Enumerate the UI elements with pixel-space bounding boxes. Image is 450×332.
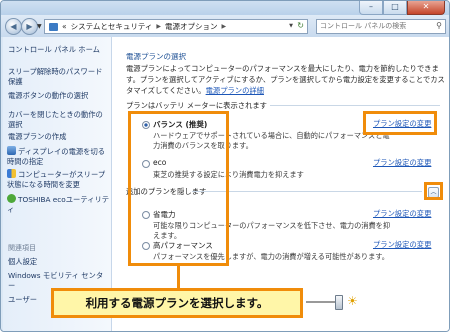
sidebar-link-label: TOSHIBA ecoユーティリティ xyxy=(7,195,110,214)
breadcrumb-separator-icon[interactable]: ▶ xyxy=(222,23,227,30)
back-button[interactable]: ◀ xyxy=(5,18,22,35)
sidebar-link-eco-utility[interactable]: TOSHIBA ecoユーティリティ xyxy=(7,194,111,215)
related-items-header: 関連項目 xyxy=(8,244,36,252)
sidebar-link-personalize[interactable]: 個人設定 xyxy=(8,257,37,267)
instruction-callout: 利用する電源プランを選択します。 xyxy=(51,288,303,318)
minimize-button[interactable]: – xyxy=(359,1,383,15)
sidebar-home-link[interactable]: コントロール パネル ホーム xyxy=(8,45,100,55)
change-settings-highlight xyxy=(363,111,437,135)
collapse-button-highlight xyxy=(424,182,443,200)
sidebar-link-sleep-time[interactable]: コンピューターがスリープ状態になる時間を変更 xyxy=(7,169,107,190)
change-plan-settings-high-performance-link[interactable]: プラン設定の変更 xyxy=(373,240,431,250)
sidebar-link-lid-close[interactable]: カバーを閉じたときの動作の選択 xyxy=(8,110,104,130)
navigation-bar: ◀ ▶ ▼ « システムとセキュリティ ▶ 電源オプション ▶ ▼ ↻ ⚲ xyxy=(1,15,449,37)
plan-list-highlight xyxy=(128,111,229,266)
breadcrumb-separator-icon[interactable]: ▶ xyxy=(156,23,161,30)
page-description: 電源プランによってコンピューターのパフォーマンスを最大にしたり、電力を節約したり… xyxy=(126,63,446,96)
group-battery-meter-label: プランはバッテリ メーターに表示されます xyxy=(126,101,267,110)
cp-folder-icon xyxy=(49,22,58,31)
change-plan-settings-power-saver-link[interactable]: プラン設定の変更 xyxy=(373,209,431,219)
brightness-sun-icon: ☀ xyxy=(347,294,358,308)
change-plan-settings-eco-link[interactable]: プラン設定の変更 xyxy=(373,158,431,168)
search-icon[interactable]: ⚲ xyxy=(436,21,442,30)
shield-icon xyxy=(7,169,16,178)
address-bar[interactable]: « システムとセキュリティ ▶ 電源オプション ▶ ▼ ↻ xyxy=(44,19,308,34)
title-bar: – □ ✕ xyxy=(1,1,449,15)
group-divider xyxy=(270,105,440,106)
recent-pages-dropdown[interactable]: ▼ xyxy=(37,23,42,30)
description-text: 電源プランによってコンピューターのパフォーマンスを最大にしたり、電力を節約したり… xyxy=(126,64,445,95)
breadcrumb-overflow[interactable]: « xyxy=(62,22,67,31)
sidebar-link-label: コンピューターがスリープ状態になる時間を変更 xyxy=(7,170,106,189)
maximize-button[interactable]: □ xyxy=(383,1,407,15)
sidebar: コントロール パネル ホーム スリープ解除時のパスワード保護 電源ボタンの動作の… xyxy=(3,37,112,331)
display-shield-icon xyxy=(7,146,16,155)
refresh-icon[interactable]: ↻ xyxy=(297,21,304,30)
search-box[interactable]: ⚲ xyxy=(316,19,446,34)
sidebar-link-power-button[interactable]: 電源ボタンの動作の選択 xyxy=(8,91,104,101)
search-input[interactable] xyxy=(317,20,428,31)
eco-leaf-icon xyxy=(7,194,16,203)
sidebar-link-wake-password[interactable]: スリープ解除時のパスワード保護 xyxy=(8,67,104,87)
brightness-slider-thumb[interactable] xyxy=(335,295,343,310)
sidebar-link-user[interactable]: ユーザー xyxy=(8,295,37,305)
close-button[interactable]: ✕ xyxy=(407,1,445,15)
sidebar-link-display-off[interactable]: ディスプレイの電源を切る時間の指定 xyxy=(7,146,107,167)
breadcrumb-power-options[interactable]: 電源オプション xyxy=(165,21,218,32)
sidebar-link-create-plan[interactable]: 電源プランの作成 xyxy=(8,132,104,142)
address-dropdown-icon[interactable]: ▼ xyxy=(289,23,293,29)
callout-connector xyxy=(177,264,180,288)
forward-button[interactable]: ▶ xyxy=(21,18,38,35)
page-title: 電源プランの選択 xyxy=(126,52,186,61)
breadcrumb-system-security[interactable]: システムとセキュリティ xyxy=(71,21,153,32)
plan-details-link[interactable]: 電源プランの詳細 xyxy=(206,86,264,95)
sidebar-link-label: ディスプレイの電源を切る時間の指定 xyxy=(7,147,106,166)
